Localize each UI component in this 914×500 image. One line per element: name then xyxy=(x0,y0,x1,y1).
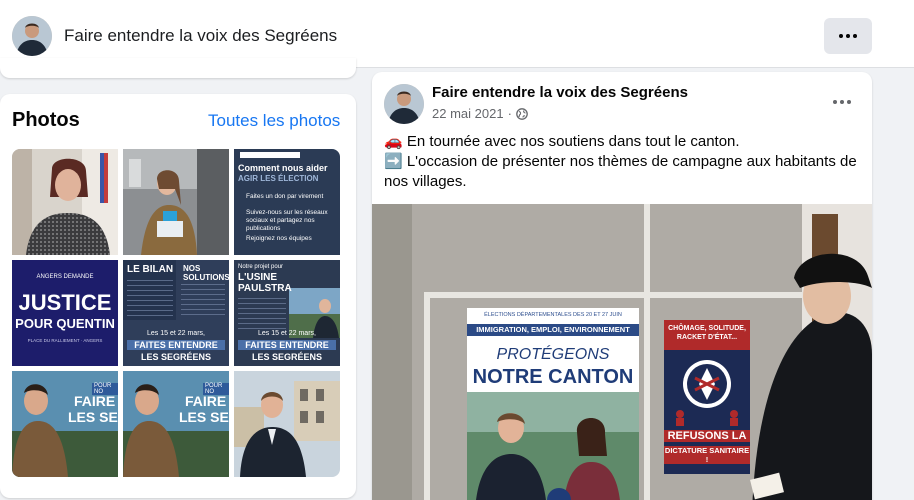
post-text: 🚗 En tournée avec nos soutiens dans tout… xyxy=(384,132,864,192)
tile-body-lines xyxy=(181,284,225,318)
tile-heading-2: NOS SOLUTIONS xyxy=(183,264,229,282)
poster-title: REFUSONS LA xyxy=(664,430,750,442)
campaign-poster: ÉLECTIONS DÉPARTEMENTALES DES 20 ET 27 J… xyxy=(467,308,639,500)
photo-tile[interactable]: ANGERS DEMANDE JUSTICE POUR QUENTIN PLAC… xyxy=(12,260,118,366)
previous-card-bottom xyxy=(0,58,356,78)
photo-tile[interactable]: POUR NO FAIRE LES SE xyxy=(123,371,229,477)
tile-slogan-2: LES SEGRÉENS xyxy=(251,352,323,362)
ellipsis-icon xyxy=(833,100,851,104)
tile-kicker: Notre projet pour xyxy=(238,264,284,270)
post-date[interactable]: 22 mai 2021 xyxy=(432,106,504,121)
photo-tile[interactable]: Comment nous aider AGIR LES ÉLECTION Fai… xyxy=(234,149,340,255)
tile-subheading: AGIR LES ÉLECTION xyxy=(238,174,319,183)
post-text-line: 🚗 En tournée avec nos soutiens dans tout… xyxy=(384,133,740,150)
meta-separator: · xyxy=(507,106,512,121)
tile-body-lines xyxy=(238,298,286,332)
tile-line: Faites un don par virement xyxy=(246,193,324,200)
photos-title: Photos xyxy=(12,109,80,131)
post-card: Faire entendre la voix des Segréens 22 m… xyxy=(372,72,872,500)
page-avatar[interactable] xyxy=(12,16,52,56)
tile-slogan: FAITES ENTENDRE xyxy=(127,340,225,350)
poster-candidates-photo xyxy=(467,392,639,500)
post-meta: 22 mai 2021 · xyxy=(432,106,528,121)
more-options-button[interactable] xyxy=(824,18,872,54)
tile-banner xyxy=(240,152,300,158)
post-photo[interactable]: ÉLECTIONS DÉPARTEMENTALES DES 20 ET 27 J… xyxy=(372,204,872,500)
post-options-button[interactable] xyxy=(828,90,856,114)
tile-title: FAIRE xyxy=(185,393,227,409)
photos-card: Photos Toutes les photos Comment nous ai… xyxy=(0,94,356,498)
photo-grid: Comment nous aider AGIR LES ÉLECTION Fai… xyxy=(12,149,340,477)
tile-heading: LE BILAN xyxy=(127,264,174,275)
tile-title-2: LES SE xyxy=(68,409,118,425)
post-text-line: nos villages. xyxy=(384,173,467,190)
page-name[interactable]: Faire entendre la voix des Segréens xyxy=(64,26,337,46)
ellipsis-icon xyxy=(839,34,857,38)
campaign-poster: CHÔMAGE, SOLITUDE, RACKET D'ÉTAT... REFU… xyxy=(664,320,750,474)
photo-tile[interactable]: LE BILAN NOS SOLUTIONS Les 15 et 22 mars… xyxy=(123,260,229,366)
tile-line: Rejoignez nos équipes xyxy=(246,235,312,242)
tile-kicker: ANGERS DEMANDE xyxy=(36,274,94,280)
poster-kicker: CHÔMAGE, SOLITUDE, RACKET D'ÉTAT... xyxy=(664,320,750,350)
poster-band: IMMIGRATION, EMPLOI, ENVIRONNEMENT xyxy=(467,324,639,336)
photo-tile[interactable] xyxy=(12,149,118,255)
tile-title-2: LES SE xyxy=(179,409,229,425)
globe-icon xyxy=(516,107,528,120)
tile-body-lines xyxy=(127,280,173,318)
emblem-icon xyxy=(683,360,731,408)
poster-title-2: DICTATURE SANITAIRE ! xyxy=(664,446,750,464)
tile-caption: PLACE DU RALLIEMENT · ANGERS xyxy=(27,338,103,343)
tile-slogan-2: LES SEGRÉENS xyxy=(140,352,212,362)
tile-heading-2: PAULSTRA xyxy=(238,283,292,294)
tile-title: FAIRE xyxy=(74,393,116,409)
tile-title: JUSTICE xyxy=(18,290,112,315)
poster-title: PROTÉGEONS xyxy=(496,346,610,363)
post-author-name[interactable]: Faire entendre la voix des Segréens xyxy=(432,84,688,101)
tile-heading: L'USINE xyxy=(238,272,278,283)
tile-dates: Les 15 et 22 mars, xyxy=(258,330,316,337)
tile-dates: Les 15 et 22 mars, xyxy=(147,330,205,337)
post-text-line: ➡️ L'occasion de présenter nos thèmes de… xyxy=(384,153,857,170)
photo-tile[interactable] xyxy=(234,371,340,477)
see-all-photos-link[interactable]: Toutes les photos xyxy=(208,111,340,131)
tile-line: Suivez-nous sur les réseaux sociaux et p… xyxy=(246,209,328,232)
post-author-avatar[interactable] xyxy=(384,84,424,124)
poster-figures xyxy=(676,410,738,426)
tile-slogan: FAITES ENTENDRE xyxy=(238,340,336,350)
tile-title-2: POUR QUENTIN xyxy=(15,316,115,331)
poster-kicker: ÉLECTIONS DÉPARTEMENTALES DES 20 ET 27 J… xyxy=(484,312,622,318)
photo-tile[interactable]: POUR NO FAIRE LES SE xyxy=(12,371,118,477)
tile-heading: Comment nous aider xyxy=(238,163,328,173)
photo-tile[interactable]: Notre projet pour L'USINE PAULSTRA Les 1… xyxy=(234,260,340,366)
photo-tile[interactable] xyxy=(123,149,229,255)
